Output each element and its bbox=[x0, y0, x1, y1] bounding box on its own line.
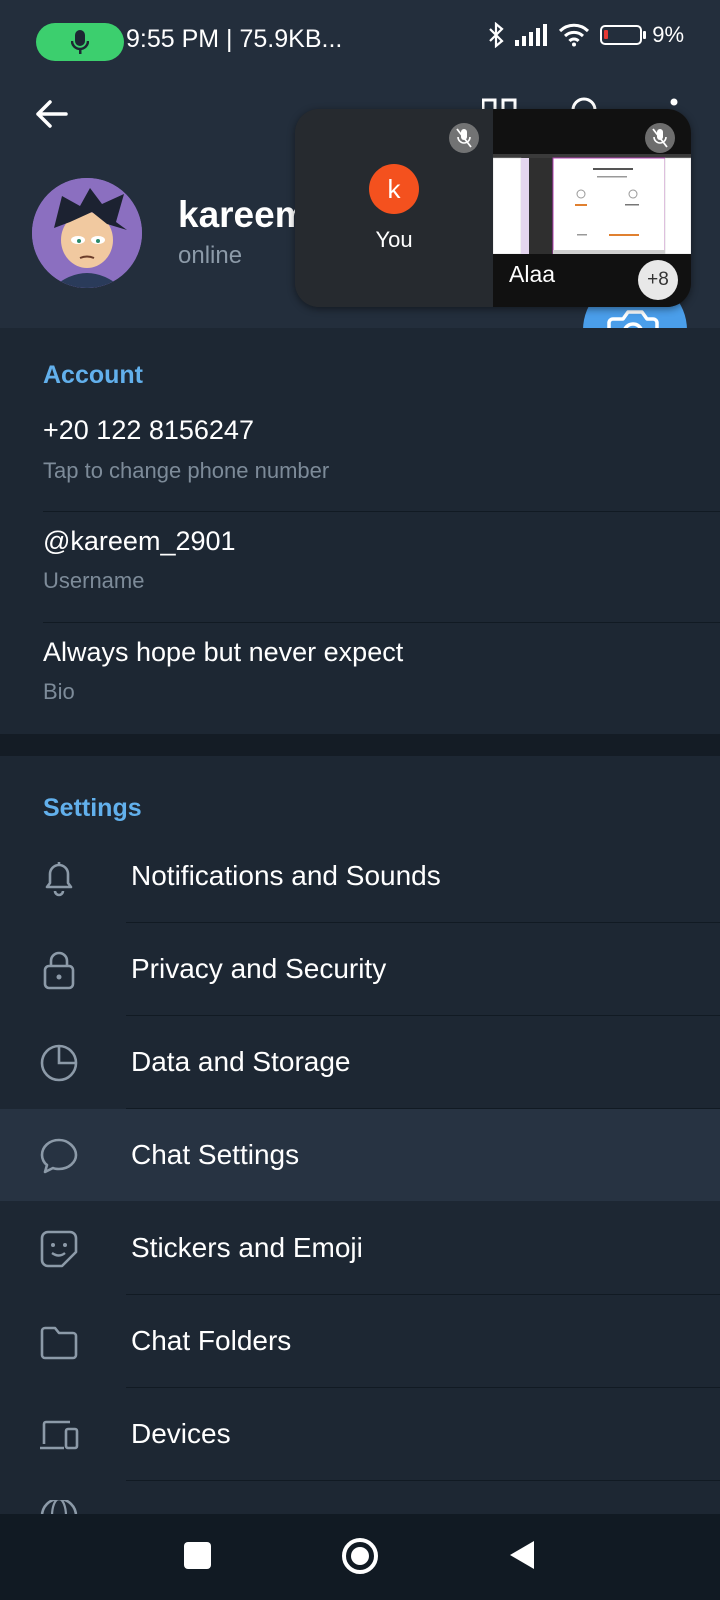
signal-icon bbox=[515, 24, 548, 46]
settings-item-notifications[interactable]: Notifications and Sounds bbox=[0, 830, 720, 922]
settings-item-label: Devices bbox=[131, 1418, 231, 1449]
back-arrow-icon[interactable] bbox=[30, 92, 74, 136]
muted-mic-icon bbox=[449, 123, 479, 153]
sticker-icon bbox=[40, 1230, 78, 1268]
username-label: Username bbox=[43, 568, 145, 593]
settings-item-privacy[interactable]: Privacy and Security bbox=[0, 923, 720, 1015]
self-video-tile[interactable]: k You bbox=[295, 109, 493, 307]
status-icons: 9% bbox=[488, 22, 684, 48]
bio-label: Bio bbox=[43, 679, 75, 704]
bluetooth-icon bbox=[489, 22, 504, 48]
profile-name: kareem bbox=[178, 194, 308, 235]
more-participants-badge[interactable]: +8 bbox=[638, 260, 678, 300]
settings-item-chat-folders[interactable]: Chat Folders bbox=[0, 1295, 720, 1387]
self-avatar: k bbox=[369, 164, 419, 214]
section-gap bbox=[0, 734, 720, 756]
phone-number: +20 122 8156247 bbox=[43, 415, 254, 445]
settings-item-chat-settings[interactable]: Chat Settings bbox=[0, 1109, 720, 1201]
folder-icon bbox=[40, 1326, 78, 1360]
speaker-label: Alaa bbox=[509, 261, 556, 287]
home-icon[interactable] bbox=[342, 1538, 378, 1574]
settings-item-label: Chat Folders bbox=[131, 1325, 292, 1356]
settings-item-label: Chat Settings bbox=[131, 1139, 300, 1170]
devices-icon bbox=[40, 1420, 79, 1450]
self-label: You bbox=[375, 227, 413, 252]
phone-hint: Tap to change phone number bbox=[43, 458, 330, 483]
speaker-video-tile[interactable]: Alaa +8 bbox=[492, 109, 691, 307]
speaker-muted-icon bbox=[645, 123, 675, 153]
profile-status: online bbox=[178, 242, 243, 269]
bell-icon bbox=[45, 862, 73, 897]
more-options-icon[interactable] bbox=[670, 98, 678, 108]
pie-chart-icon bbox=[40, 1044, 78, 1082]
settings-item-label: Data and Storage bbox=[131, 1046, 351, 1077]
settings-item-label: Notifications and Sounds bbox=[131, 860, 441, 891]
back-triangle-icon[interactable] bbox=[508, 1539, 536, 1571]
account-section-title: Account bbox=[43, 361, 143, 389]
wifi-icon bbox=[559, 23, 590, 47]
lock-icon bbox=[43, 951, 75, 990]
system-nav-bar bbox=[0, 1514, 720, 1600]
account-section: Account +20 122 8156247 Tap to change ph… bbox=[0, 328, 720, 734]
mic-icon bbox=[71, 30, 89, 54]
settings-item-label: Privacy and Security bbox=[131, 953, 387, 984]
username-row[interactable]: @kareem_2901 Username bbox=[0, 512, 720, 622]
recent-apps-icon[interactable] bbox=[184, 1542, 211, 1569]
avatar[interactable] bbox=[32, 178, 142, 288]
screen-share-preview bbox=[492, 154, 691, 255]
battery-percent: 9% bbox=[652, 22, 684, 47]
settings-item-label: Stickers and Emoji bbox=[131, 1232, 363, 1263]
settings-item-stickers[interactable]: Stickers and Emoji bbox=[0, 1202, 720, 1294]
group-call-overlay[interactable]: k You Alaa +8 bbox=[295, 109, 691, 307]
bio-row[interactable]: Always hope but never expect Bio bbox=[0, 623, 720, 734]
settings-section-title: Settings bbox=[43, 794, 142, 822]
phone-row[interactable]: +20 122 8156247 Tap to change phone numb… bbox=[0, 400, 720, 508]
battery-icon bbox=[600, 25, 647, 45]
active-call-pill[interactable] bbox=[36, 23, 124, 61]
bio-value: Always hope but never expect bbox=[43, 637, 404, 667]
chat-bubble-icon bbox=[40, 1138, 78, 1174]
avatar-image bbox=[32, 178, 142, 288]
settings-section: Settings Notifications and Sounds Privac… bbox=[0, 756, 720, 1516]
settings-item-devices[interactable]: Devices bbox=[0, 1388, 720, 1480]
search-icon[interactable] bbox=[570, 96, 598, 110]
settings-item-data-storage[interactable]: Data and Storage bbox=[0, 1016, 720, 1108]
status-time: 9:55 PM | 75.9KB... bbox=[126, 25, 343, 53]
divider bbox=[126, 1480, 720, 1481]
username-value: @kareem_2901 bbox=[43, 526, 236, 556]
